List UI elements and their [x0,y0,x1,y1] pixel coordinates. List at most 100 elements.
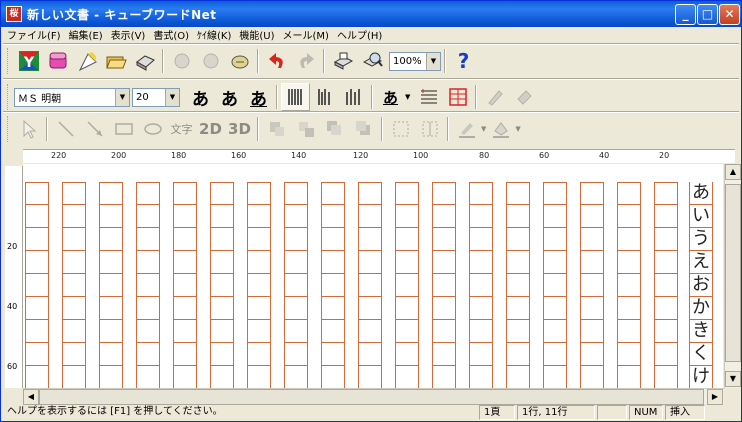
menu-rule[interactable]: ｹｲ線(K) [193,27,235,42]
manuscript-column[interactable] [654,182,678,388]
grid-cell[interactable] [543,228,567,251]
grid-cell[interactable] [469,320,493,343]
underline-button[interactable]: あ [244,83,273,111]
grid-cell[interactable] [432,205,456,228]
grid-cell[interactable] [395,366,419,388]
grid-cell[interactable] [284,320,308,343]
grid-cell[interactable] [62,228,86,251]
menu-view[interactable]: 表示(V) [107,27,150,42]
grid-cell[interactable] [506,297,530,320]
grid-cell[interactable] [395,274,419,297]
new-document-icon[interactable] [72,47,101,75]
grid-cell[interactable] [654,320,678,343]
grid-cell[interactable] [136,228,160,251]
grid-cell[interactable] [173,205,197,228]
grid-cell[interactable] [62,182,86,205]
grid-cell[interactable] [506,366,530,388]
grid-cell[interactable] [432,297,456,320]
toolbar-grip[interactable] [7,84,10,110]
char-cell[interactable]: く [689,343,713,366]
3d-text-icon[interactable]: 3D [225,115,254,143]
grid-cell[interactable] [99,205,123,228]
horizontal-scrollbar[interactable]: ◀ ▶ [23,388,724,405]
grid-cell[interactable] [543,343,567,366]
grid-cell[interactable] [580,205,604,228]
grid-cell[interactable] [247,274,271,297]
grid-cell[interactable] [469,182,493,205]
grid-cell[interactable] [395,251,419,274]
grid-cell[interactable] [617,297,641,320]
grid-cell[interactable] [284,274,308,297]
ellipse-icon[interactable] [138,115,167,143]
font-name-select[interactable]: ＭＳ 明朝 ▼ [14,87,130,107]
grid-cell[interactable] [654,297,678,320]
grid-cell[interactable] [469,297,493,320]
scroll-right-icon[interactable]: ▶ [707,389,723,405]
print-icon[interactable] [328,47,357,75]
save-icon[interactable] [130,47,159,75]
grid-cell[interactable] [506,205,530,228]
grid-cell[interactable] [506,182,530,205]
grid-cell[interactable] [395,205,419,228]
send-back-icon[interactable] [349,115,378,143]
grid-cell[interactable] [62,366,86,388]
grid-cell[interactable] [99,297,123,320]
grid-cell[interactable] [284,205,308,228]
eraser-icon[interactable] [509,83,538,111]
grid-cell[interactable] [469,274,493,297]
grid-cell[interactable] [62,343,86,366]
manuscript-column[interactable] [580,182,604,388]
zoom-select[interactable]: 100% ▼ [389,51,441,71]
grid-cell[interactable] [469,251,493,274]
grid-cell[interactable] [395,228,419,251]
char-cell[interactable]: お [689,274,713,297]
grid-cell[interactable] [358,205,382,228]
grid-cell[interactable] [432,274,456,297]
grid-cell[interactable] [247,182,271,205]
vertical-lines-icon[interactable] [281,83,310,111]
manuscript-column[interactable] [321,182,345,388]
grid-cell[interactable] [99,366,123,388]
grid-cell[interactable] [99,343,123,366]
grid-cell[interactable] [543,205,567,228]
grid-cell[interactable] [284,366,308,388]
grid-cell[interactable] [62,251,86,274]
grid-cell[interactable] [580,366,604,388]
grid-cell[interactable] [358,343,382,366]
grid-cell[interactable] [321,228,345,251]
vertical-lines-3-icon[interactable] [339,83,368,111]
char-cell[interactable]: け [689,366,713,388]
grid-cell[interactable] [654,205,678,228]
grid-cell[interactable] [432,228,456,251]
group-icon[interactable] [262,115,291,143]
grid-cell[interactable] [247,320,271,343]
grid-cell[interactable] [210,228,234,251]
manuscript-column[interactable] [432,182,456,388]
grid-cell[interactable] [469,228,493,251]
grid-cell[interactable] [506,251,530,274]
char-cell[interactable]: え [689,251,713,274]
grid-cell[interactable] [25,274,49,297]
grid-cell[interactable] [247,228,271,251]
undo-icon[interactable] [262,47,291,75]
menu-format[interactable]: 書式(O) [149,27,193,42]
manuscript-column[interactable] [99,182,123,388]
grid-cell[interactable] [580,228,604,251]
grid-cell[interactable] [99,228,123,251]
grid-cell[interactable] [136,274,160,297]
grid-cell[interactable] [580,251,604,274]
grid-cell[interactable] [247,343,271,366]
redo-icon[interactable] [291,47,320,75]
manuscript-column[interactable] [284,182,308,388]
text-column[interactable]: あ い う え お か き く け [689,182,713,388]
text-box-icon[interactable]: 文字 [167,115,196,143]
char-cell[interactable]: あ [689,182,713,205]
chevron-down-icon[interactable]: ▼ [165,88,179,106]
grid-cell[interactable] [25,366,49,388]
grid-cell[interactable] [136,205,160,228]
grid-cell[interactable] [321,366,345,388]
pen-icon[interactable] [480,83,509,111]
grid-cell[interactable] [210,366,234,388]
manuscript-column[interactable] [25,182,49,388]
grid-cell[interactable] [469,205,493,228]
